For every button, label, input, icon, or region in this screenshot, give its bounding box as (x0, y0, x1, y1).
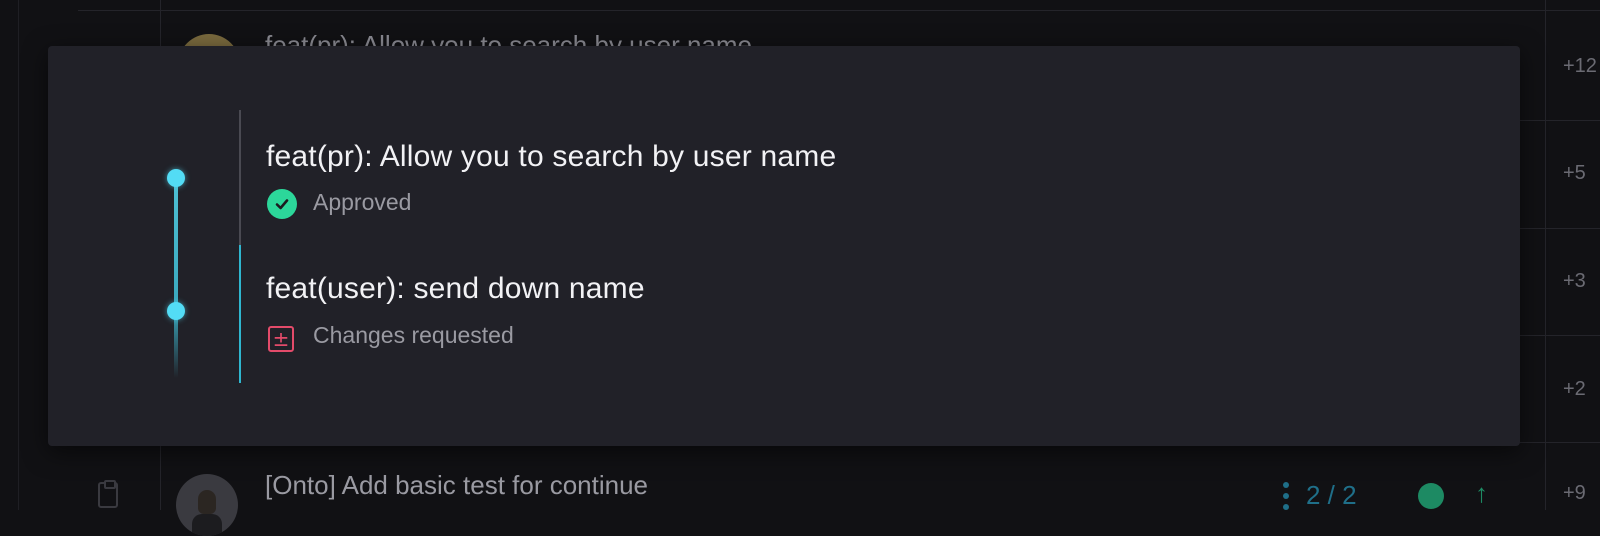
avatar (176, 474, 238, 536)
pr-title: [Onto] Add basic test for continue (265, 470, 649, 500)
clipboard-icon (98, 480, 118, 508)
diff-stat: +3 (1563, 270, 1586, 292)
timeline-track (174, 178, 178, 378)
check-circle-icon (1418, 483, 1444, 509)
commit-pager[interactable]: 2 / 2 (1306, 480, 1357, 511)
diff-stat: +12 (1563, 55, 1597, 77)
table-row[interactable]: feat(pr): Allow you to search by user na… (0, 0, 1600, 96)
commit-separator (239, 110, 241, 245)
right-column-divider (1545, 0, 1546, 510)
commit-stack-popover (48, 46, 1520, 446)
review-status: Approved (313, 189, 412, 215)
selected-commit-indicator (239, 245, 241, 383)
kebab-menu-icon[interactable] (1283, 482, 1289, 512)
diff-stat: +9 (1563, 482, 1586, 504)
review-status: Changes requested (313, 322, 514, 348)
table-row[interactable]: [Onto] Add basic test for continue 2 / 2… (0, 452, 1600, 536)
timeline-node[interactable] (167, 169, 185, 187)
diff-stat: +5 (1563, 162, 1586, 184)
plus-minus-square-icon: ± (268, 326, 294, 352)
commit-title: feat(pr): Allow you to search by user na… (266, 140, 837, 173)
commit-title: feat(user): send down name (266, 272, 645, 305)
arrow-up-icon: ↑ (1475, 478, 1488, 508)
timeline-node[interactable] (167, 302, 185, 320)
diff-stat: +2 (1563, 378, 1586, 400)
check-circle-icon (267, 189, 297, 219)
